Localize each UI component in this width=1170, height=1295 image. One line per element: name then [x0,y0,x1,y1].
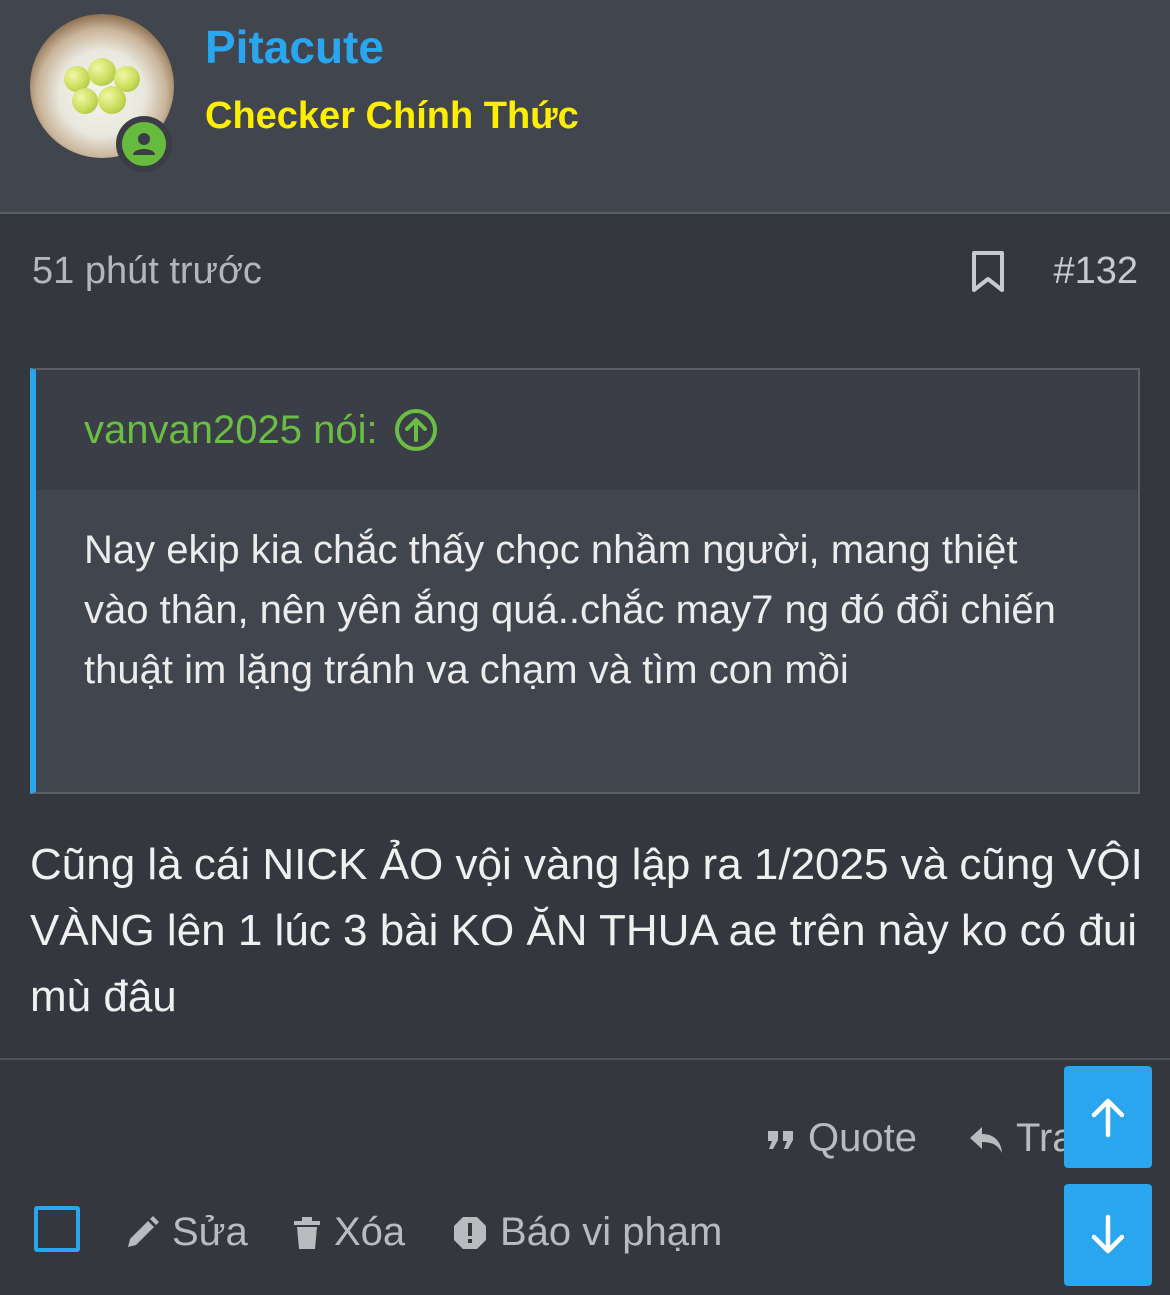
divider [0,1058,1170,1060]
report-button[interactable]: Báo vi phạm [452,1210,722,1255]
delete-label: Xóa [334,1210,406,1254]
scroll-to-bottom-button[interactable] [1064,1184,1152,1286]
quote-text: Nay ekip kia chắc thấy chọc nhầm người, … [36,490,1138,792]
online-user-icon [133,133,155,155]
pencil-icon [128,1215,159,1247]
avatar-detail [88,58,116,86]
report-label: Báo vi phạm [500,1210,723,1254]
quote-author[interactable]: vanvan2025 nói: [84,408,378,453]
username-link[interactable]: Pitacute [205,20,384,74]
arrow-down-icon [1091,1214,1125,1254]
quote-label: Quote [808,1116,917,1160]
avatar-detail [98,86,126,114]
select-post-checkbox[interactable] [34,1206,80,1252]
post-time[interactable]: 51 phút trước [32,250,262,293]
post-header: Pitacute Checker Chính Thức [0,0,1170,214]
arrow-up-icon [1091,1098,1125,1138]
edit-button[interactable]: Sửa [124,1210,248,1255]
post-number-link[interactable]: #132 [1053,250,1138,293]
quote-block: vanvan2025 nói: Nay ekip kia chắc thấy c… [30,368,1140,794]
alert-icon [454,1216,486,1249]
delete-button[interactable]: Xóa [292,1210,405,1255]
reply-icon [970,1126,1002,1153]
post-page: Pitacute Checker Chính Thức 51 phút trướ… [0,0,1170,1295]
reply-button[interactable]: Tra [968,1116,1075,1161]
bookmark-icon[interactable] [968,250,1008,294]
trash-icon [294,1216,320,1249]
avatar-detail [72,88,98,114]
online-status-badge [116,116,172,172]
quote-icon [768,1130,793,1149]
quote-header[interactable]: vanvan2025 nói: [36,370,1138,490]
edit-label: Sửa [172,1210,248,1254]
user-title: Checker Chính Thức [205,95,579,137]
scroll-to-top-button[interactable] [1064,1066,1152,1168]
jump-to-quote-icon[interactable] [394,408,438,452]
post-content: Cũng là cái NICK ẢO vội vàng lập ra 1/20… [30,840,1143,1021]
quote-button[interactable]: Quote [766,1116,917,1161]
